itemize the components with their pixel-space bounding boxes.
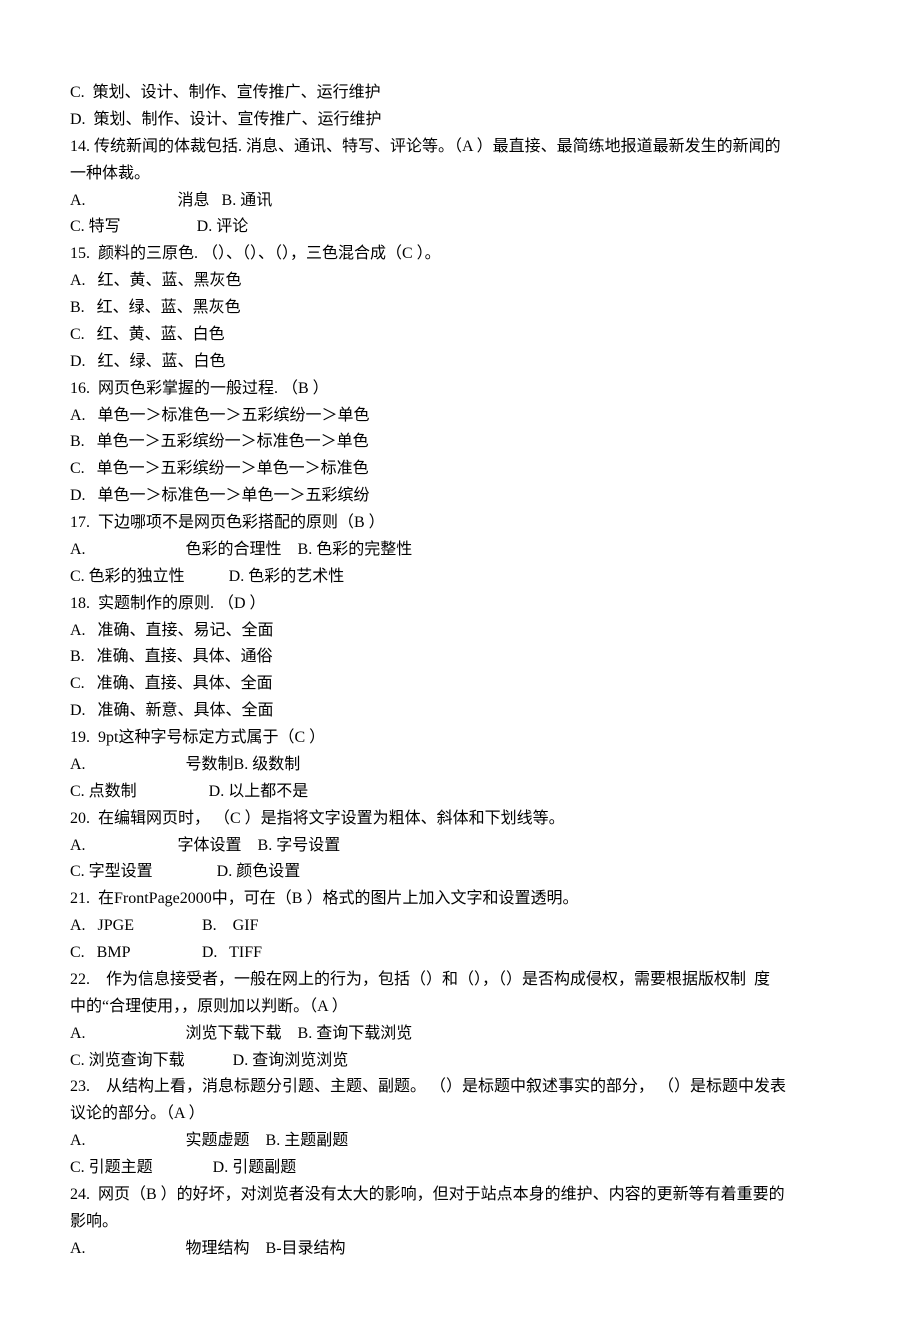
text-line: A. 实题虚题 B. 主题副题 (70, 1128, 850, 1155)
text-line: A. 消息 B. 通讯 (70, 188, 850, 215)
text-line: 15. 颜料的三原色. （）、（）、（），三色混合成（C ）。 (70, 241, 850, 268)
text-line: C. 特写 D. 评论 (70, 214, 850, 241)
text-line: 21. 在FrontPage2000中，可在（B ）格式的图片上加入文字和设置透… (70, 886, 850, 913)
text-line: 中的“合理使用，，原则加以判断。（A ） (70, 994, 850, 1021)
text-line: D. 单色一＞标准色一＞单色一＞五彩缤纷 (70, 483, 850, 510)
text-line: D. 准确、新意、具体、全面 (70, 698, 850, 725)
text-line: C. 策划、设计、制作、宣传推广、运行维护 (70, 80, 850, 107)
text-line: C. 色彩的独立性 D. 色彩的艺术性 (70, 564, 850, 591)
text-line: 影响。 (70, 1209, 850, 1236)
text-line: 14. 传统新闻的体裁包括. 消息、通讯、特写、评论等。（A ）最直接、最简练地… (70, 134, 850, 161)
text-line: A. 物理结构 B-目录结构 (70, 1236, 850, 1263)
text-line: 22. 作为信息接受者，一般在网上的行为，包括（）和（），（）是否构成侵权，需要… (70, 967, 850, 994)
text-line: C. 单色一＞五彩缤纷一＞单色一＞标准色 (70, 456, 850, 483)
text-line: C. 点数制 D. 以上都不是 (70, 779, 850, 806)
text-line: 16. 网页色彩掌握的一般过程. （B ） (70, 376, 850, 403)
text-line: 19. 9pt这种字号标定方式属于（C ） (70, 725, 850, 752)
text-line: 议论的部分。（A ） (70, 1101, 850, 1128)
text-line: 17. 下边哪项不是网页色彩搭配的原则（B ） (70, 510, 850, 537)
text-line: A. 单色一＞标准色一＞五彩缤纷一＞单色 (70, 403, 850, 430)
text-line: 20. 在编辑网页时， （C ）是指将文字设置为粗体、斜体和下划线等。 (70, 806, 850, 833)
text-line: B. 单色一＞五彩缤纷一＞标准色一＞单色 (70, 429, 850, 456)
text-line: A. 号数制B. 级数制 (70, 752, 850, 779)
text-line: 一种体裁。 (70, 161, 850, 188)
text-line: B. 准确、直接、具体、通俗 (70, 644, 850, 671)
text-line: A. 浏览下载下载 B. 查询下载浏览 (70, 1021, 850, 1048)
text-line: C. 字型设置 D. 颜色设置 (70, 859, 850, 886)
text-line: A. 字体设置 B. 字号设置 (70, 833, 850, 860)
text-line: 24. 网页（B ）的好坏，对浏览者没有太大的影响，但对于站点本身的维护、内容的… (70, 1182, 850, 1209)
text-line: C. BMP D. TIFF (70, 940, 850, 967)
text-line: 18. 实题制作的原则. （D ） (70, 591, 850, 618)
text-line: D. 红、绿、蓝、白色 (70, 349, 850, 376)
document-body: C. 策划、设计、制作、宣传推广、运行维护D. 策划、制作、设计、宣传推广、运行… (70, 80, 850, 1263)
text-line: C. 浏览查询下载 D. 查询浏览浏览 (70, 1048, 850, 1075)
text-line: A. 红、黄、蓝、黑灰色 (70, 268, 850, 295)
text-line: A. 准确、直接、易记、全面 (70, 618, 850, 645)
text-line: A. JPGE B. GIF (70, 913, 850, 940)
text-line: C. 红、黄、蓝、白色 (70, 322, 850, 349)
text-line: 23. 从结构上看，消息标题分引题、主题、副题。 （）是标题中叙述事实的部分， … (70, 1074, 850, 1101)
text-line: A. 色彩的合理性 B. 色彩的完整性 (70, 537, 850, 564)
text-line: C. 引题主题 D. 引题副题 (70, 1155, 850, 1182)
text-line: C. 准确、直接、具体、全面 (70, 671, 850, 698)
text-line: B. 红、绿、蓝、黑灰色 (70, 295, 850, 322)
text-line: D. 策划、制作、设计、宣传推广、运行维护 (70, 107, 850, 134)
